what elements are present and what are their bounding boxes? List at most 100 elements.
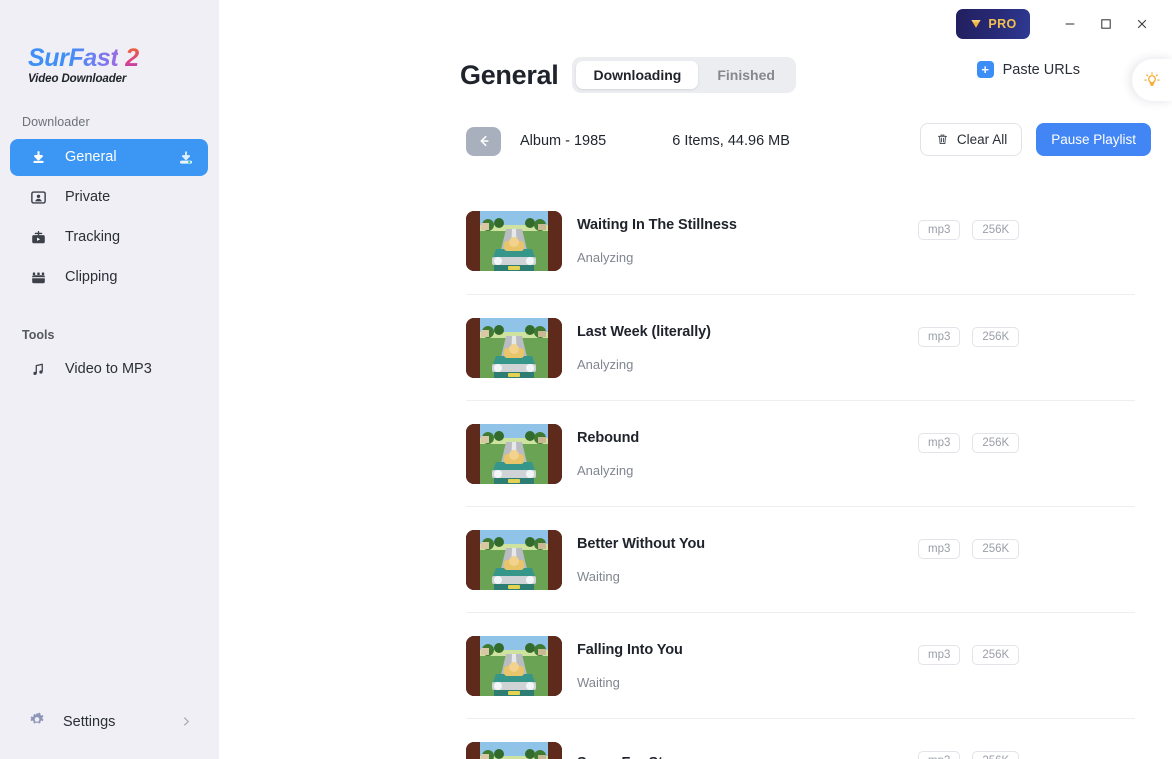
- download-row[interactable]: Better Without You Waiting mp3 256K: [466, 506, 1135, 612]
- bitrate-badge: 256K: [972, 220, 1020, 240]
- format-badge: mp3: [918, 220, 961, 240]
- music-note-icon: [28, 360, 48, 380]
- tips-lightbulb-button[interactable]: [1132, 59, 1172, 101]
- playlist-actions: Clear All Pause Playlist: [919, 123, 1151, 156]
- clipping-film-icon: [28, 268, 48, 288]
- format-badge: mp3: [918, 327, 961, 347]
- sidebar-section-tools: Tools: [22, 328, 55, 342]
- video-thumbnail-art: [466, 211, 562, 271]
- playlist-toolbar: Album - 1985 6 Items, 44.96 MB Clear All…: [219, 117, 1172, 165]
- download-row[interactable]: Rebound Analyzing mp3 256K: [466, 400, 1135, 506]
- back-button[interactable]: [466, 126, 501, 156]
- video-thumbnail-art: [466, 529, 562, 590]
- row-title: Sugar For Strangers: [577, 755, 1135, 759]
- app-window: Sur Fast 2 Video Downloader Downloader Ge…: [0, 0, 1172, 759]
- download-row[interactable]: Waiting In The Stillness Analyzing mp3 2…: [466, 188, 1135, 294]
- page-header: General Downloading Finished + Paste URL…: [219, 47, 1172, 103]
- bitrate-badge: 256K: [972, 539, 1020, 559]
- sidebar-item-video-to-mp3[interactable]: Video to MP3: [10, 351, 208, 388]
- tracking-monitor-icon: [28, 228, 48, 248]
- row-title: Rebound: [577, 429, 640, 446]
- paste-urls-label: Paste URLs: [1002, 61, 1080, 78]
- chevron-right-icon: [181, 714, 192, 731]
- app-logo: Sur Fast 2 Video Downloader: [0, 0, 219, 86]
- sidebar-item-label: Private: [65, 189, 111, 206]
- row-badges: mp3 256K: [918, 645, 1020, 665]
- pause-playlist-label: Pause Playlist: [1051, 132, 1136, 147]
- bitrate-badge: 256K: [972, 751, 1020, 759]
- bitrate-badge: 256K: [972, 327, 1020, 347]
- bitrate-badge: 256K: [972, 645, 1020, 665]
- brand-fast: Fast: [68, 44, 119, 72]
- row-main: Better Without You Waiting: [577, 536, 1135, 584]
- pro-diamond-icon: [971, 19, 981, 28]
- thumbnail: [466, 529, 562, 590]
- private-person-icon: [28, 188, 48, 208]
- thumbnail: [466, 741, 562, 759]
- download-row[interactable]: Last Week (literally) Analyzing mp3 256K: [466, 294, 1135, 400]
- format-badge: mp3: [918, 539, 961, 559]
- pause-playlist-button[interactable]: Pause Playlist: [1036, 123, 1151, 156]
- brand-wordmark: Sur Fast 2: [28, 46, 219, 71]
- sidebar-item-label: Video to MP3: [65, 361, 152, 378]
- row-status: Waiting: [577, 568, 620, 584]
- row-status: Analyzing: [577, 462, 634, 478]
- sidebar-item-settings[interactable]: Settings: [10, 703, 208, 741]
- row-status: Analyzing: [577, 356, 634, 372]
- video-thumbnail-art: [466, 317, 562, 378]
- clear-all-label: Clear All: [956, 132, 1008, 147]
- bitrate-badge: 256K: [972, 433, 1020, 453]
- download-row[interactable]: Sugar For Strangers mp3 256K: [466, 718, 1135, 759]
- video-thumbnail-art: [466, 741, 562, 759]
- row-title: Falling Into You: [577, 641, 683, 658]
- download-list[interactable]: Waiting In The Stillness Analyzing mp3 2…: [219, 188, 1172, 759]
- settings-label: Settings: [63, 713, 116, 730]
- row-main: Falling Into You Waiting: [577, 642, 1135, 690]
- row-badges: mp3 256K: [918, 751, 1020, 759]
- download-tray-icon[interactable]: [176, 148, 196, 168]
- row-badges: mp3 256K: [918, 539, 1020, 559]
- row-main: Rebound Analyzing: [577, 430, 1135, 478]
- sidebar-item-clipping[interactable]: Clipping: [10, 259, 208, 296]
- title-bar: PRO: [219, 0, 1172, 47]
- format-badge: mp3: [918, 433, 961, 453]
- lightbulb-icon: [1144, 72, 1160, 86]
- pro-button[interactable]: PRO: [956, 8, 1030, 39]
- paste-urls-button[interactable]: + Paste URLs: [976, 61, 1080, 78]
- brand-subtitle: Video Downloader: [28, 73, 127, 85]
- tab-group: Downloading Finished: [572, 57, 796, 93]
- sidebar-item-tracking[interactable]: Tracking: [10, 219, 208, 256]
- maximize-icon: [1101, 18, 1111, 29]
- tab-finished[interactable]: Finished: [700, 61, 792, 89]
- thumbnail: [466, 423, 562, 484]
- sidebar-item-private[interactable]: Private: [10, 179, 208, 216]
- clear-all-button[interactable]: Clear All: [919, 123, 1023, 156]
- download-row[interactable]: Falling Into You Waiting mp3 256K: [466, 612, 1135, 718]
- brand-number: 2: [125, 44, 139, 72]
- row-status: Waiting: [577, 674, 620, 690]
- row-badges: mp3 256K: [918, 327, 1020, 347]
- minimize-button[interactable]: [1052, 9, 1088, 39]
- main-content: PRO General Downloading Finished + Paste…: [219, 0, 1172, 759]
- download-arrow-icon: [28, 148, 48, 168]
- row-main: Waiting In The Stillness Analyzing: [577, 217, 1135, 265]
- row-title: Last Week (literally): [577, 323, 711, 340]
- sidebar-item-label: General: [65, 149, 117, 166]
- thumbnail: [466, 635, 562, 696]
- brand-sur: Sur: [28, 44, 69, 72]
- tab-downloading[interactable]: Downloading: [576, 61, 699, 89]
- close-button[interactable]: [1124, 9, 1160, 39]
- sidebar-item-label: Clipping: [65, 269, 118, 286]
- sidebar-item-general[interactable]: General: [10, 139, 208, 176]
- playlist-name: Album - 1985: [520, 133, 607, 149]
- row-status: Analyzing: [577, 250, 634, 265]
- thumbnail: [466, 317, 562, 378]
- playlist-meta: 6 Items, 44.96 MB: [672, 133, 790, 149]
- video-thumbnail-art: [466, 635, 562, 696]
- maximize-button[interactable]: [1088, 9, 1124, 39]
- plus-square-icon: +: [976, 61, 994, 78]
- row-main: Last Week (literally) Analyzing: [577, 324, 1135, 372]
- sidebar: Sur Fast 2 Video Downloader Downloader Ge…: [0, 0, 219, 759]
- row-badges: mp3 256K: [918, 433, 1020, 453]
- trash-icon: [937, 134, 947, 144]
